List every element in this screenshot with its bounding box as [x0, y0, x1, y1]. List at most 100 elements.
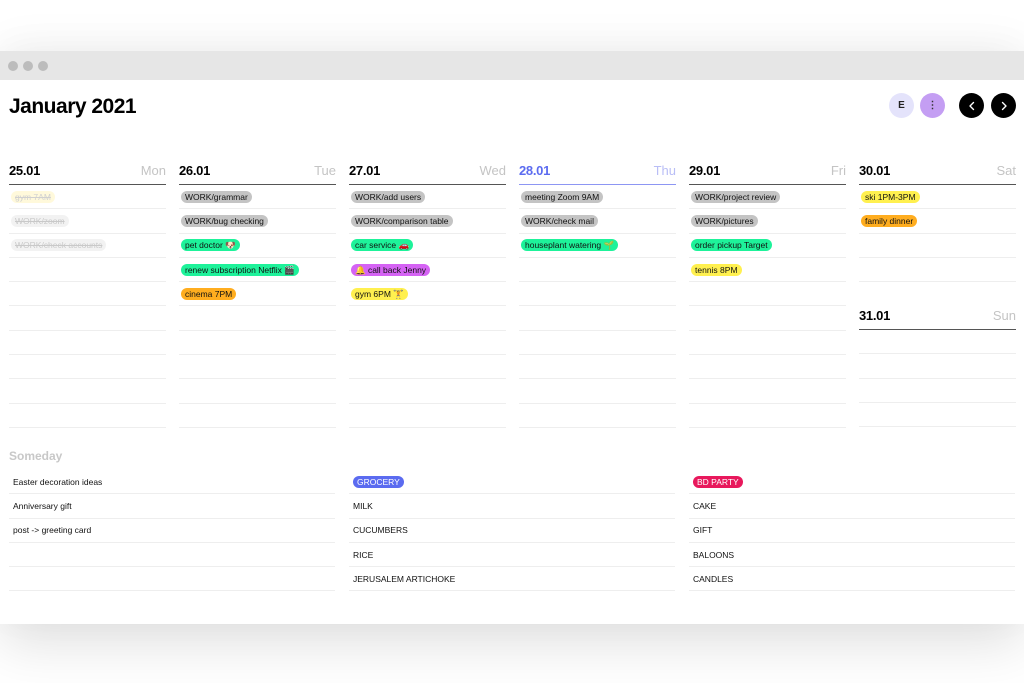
list-tag[interactable]: GROCERY — [353, 475, 404, 488]
list-item-text[interactable]: GIFT — [693, 525, 712, 535]
day-slot[interactable]: WORK/pictures — [689, 209, 846, 234]
day-slot[interactable] — [9, 404, 166, 428]
event-pill[interactable]: cinema 7PM — [181, 287, 237, 300]
list-item-text[interactable]: post -> greeting card — [13, 525, 91, 535]
event-pill[interactable]: WORK/project review — [691, 190, 781, 203]
day-slot[interactable] — [9, 306, 166, 331]
list-item[interactable]: GIFT — [689, 519, 1015, 543]
window-maximize-dot[interactable] — [38, 60, 48, 71]
list-item[interactable]: CAKE — [689, 494, 1015, 519]
list-item[interactable]: MILK — [349, 494, 675, 519]
event-pill[interactable]: gym 7AM — [11, 190, 55, 203]
day-slot[interactable] — [519, 404, 676, 428]
next-week-button[interactable] — [991, 93, 1016, 118]
day-slot[interactable] — [689, 404, 846, 428]
day-slot[interactable] — [689, 379, 846, 404]
list-item-text[interactable]: CAKE — [693, 501, 716, 511]
list-item[interactable]: CANDLES — [689, 567, 1015, 592]
list-item[interactable]: Anniversary gift — [9, 494, 335, 519]
day-date[interactable]: 30.01 — [859, 163, 890, 178]
list-item-text[interactable]: Anniversary gift — [13, 501, 72, 511]
day-slot[interactable]: gym 6PM 🏋 — [349, 282, 506, 307]
day-slot[interactable] — [349, 306, 506, 331]
day-date[interactable]: 28.01 — [519, 163, 550, 178]
event-pill[interactable]: ski 1PM-3PM — [861, 190, 920, 203]
day-slot[interactable] — [9, 331, 166, 356]
list-item[interactable]: BALOONS — [689, 543, 1015, 568]
list-item-text[interactable]: MILK — [353, 501, 373, 511]
day-slot[interactable]: family dinner — [859, 209, 1016, 234]
list-item-text[interactable]: Easter decoration ideas — [13, 477, 102, 487]
day-slot[interactable] — [859, 403, 1016, 428]
event-pill[interactable]: pet doctor 🐶 — [181, 239, 240, 252]
window-minimize-dot[interactable] — [23, 60, 33, 71]
day-slot[interactable]: order pickup Target — [689, 234, 846, 258]
day-slot[interactable] — [9, 355, 166, 380]
event-pill[interactable]: WORK/check mail — [521, 214, 598, 227]
list-tag-row[interactable]: BD PARTY — [689, 470, 1015, 495]
day-slot[interactable] — [689, 355, 846, 380]
event-pill[interactable]: gym 6PM 🏋 — [351, 287, 408, 300]
day-slot[interactable] — [519, 282, 676, 307]
more-options-button[interactable]: ⋮ — [920, 93, 945, 118]
day-slot[interactable] — [859, 258, 1016, 283]
event-pill[interactable]: WORK/bug checking — [181, 214, 268, 227]
day-slot[interactable] — [349, 379, 506, 404]
day-slot[interactable] — [859, 234, 1016, 258]
day-slot[interactable] — [349, 355, 506, 380]
day-slot[interactable]: tennis 8PM — [689, 258, 846, 283]
day-slot[interactable]: WORK/grammar — [179, 185, 336, 210]
day-slot[interactable]: ski 1PM-3PM — [859, 185, 1016, 210]
list-item-text[interactable]: JERUSALEM ARTICHOKE — [353, 574, 455, 584]
event-pill[interactable]: family dinner — [861, 214, 918, 227]
event-pill[interactable]: WORK/comparison table — [351, 214, 453, 227]
day-slot[interactable] — [9, 379, 166, 404]
day-slot[interactable]: WORK/project review — [689, 185, 846, 210]
list-item-text[interactable]: CANDLES — [693, 574, 733, 584]
day-slot[interactable]: cinema 7PM — [179, 282, 336, 307]
day-slot[interactable] — [179, 331, 336, 356]
day-slot[interactable]: WORK/comparison table — [349, 209, 506, 234]
day-slot[interactable]: WORK/zoom — [9, 209, 166, 234]
day-slot[interactable] — [179, 379, 336, 404]
list-item[interactable]: JERUSALEM ARTICHOKE — [349, 567, 675, 592]
list-tag-row[interactable]: GROCERY — [349, 470, 675, 495]
day-slot[interactable] — [519, 355, 676, 380]
day-slot[interactable] — [859, 330, 1016, 355]
day-slot[interactable]: gym 7AM — [9, 185, 166, 210]
day-slot[interactable] — [859, 379, 1016, 403]
event-pill[interactable]: order pickup Target — [691, 239, 772, 252]
list-item[interactable]: CUCUMBERS — [349, 519, 675, 543]
day-date[interactable]: 25.01 — [9, 163, 40, 178]
day-slot[interactable] — [179, 404, 336, 428]
user-avatar[interactable]: E — [889, 93, 914, 118]
day-slot[interactable]: renew subscription Netflix 🎬 — [179, 258, 336, 283]
list-item[interactable]: post -> greeting card — [9, 519, 335, 543]
day-slot[interactable] — [519, 331, 676, 356]
event-pill[interactable]: WORK/pictures — [691, 214, 758, 227]
day-slot[interactable] — [519, 379, 676, 404]
event-pill[interactable]: meeting Zoom 9AM — [521, 190, 604, 203]
list-item[interactable]: RICE — [349, 543, 675, 568]
list-item-text[interactable]: CUCUMBERS — [353, 525, 408, 535]
day-slot[interactable] — [689, 282, 846, 307]
day-slot[interactable] — [519, 258, 676, 283]
event-pill[interactable]: renew subscription Netflix 🎬 — [181, 263, 299, 276]
day-slot[interactable] — [9, 258, 166, 283]
event-pill[interactable]: WORK/check accounts — [11, 239, 107, 252]
day-slot[interactable] — [689, 306, 846, 331]
list-item-text[interactable]: RICE — [353, 550, 373, 560]
day-slot[interactable]: meeting Zoom 9AM — [519, 185, 676, 210]
list-item[interactable] — [9, 567, 335, 592]
day-slot[interactable] — [349, 331, 506, 356]
day-slot[interactable]: WORK/add users — [349, 185, 506, 210]
day-slot[interactable]: houseplant watering 🌱 — [519, 234, 676, 258]
event-pill[interactable]: WORK/add users — [351, 190, 426, 203]
event-pill[interactable]: 🔔 call back Jenny — [351, 263, 431, 276]
window-close-dot[interactable] — [8, 60, 18, 71]
list-item-text[interactable]: BALOONS — [693, 550, 734, 560]
day-slot[interactable] — [519, 306, 676, 331]
day-slot[interactable]: WORK/check accounts — [9, 234, 166, 258]
day-slot[interactable]: WORK/bug checking — [179, 209, 336, 234]
list-item[interactable]: Easter decoration ideas — [9, 470, 335, 495]
